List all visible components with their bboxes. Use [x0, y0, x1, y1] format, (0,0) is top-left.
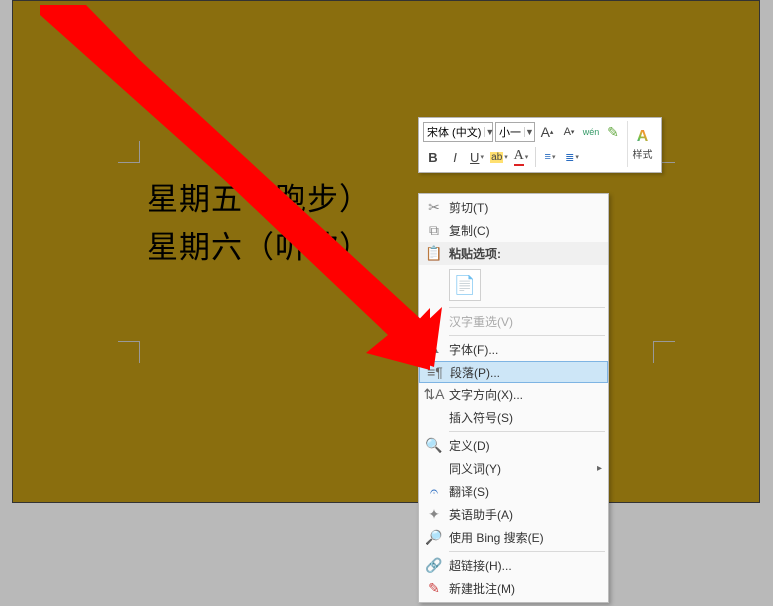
menu-copy[interactable]: ⧉ 复制(C)	[419, 219, 608, 242]
comment-icon: ✎	[419, 580, 449, 597]
menu-cjk-reselect: 汉字重选(V)	[419, 310, 608, 333]
translate-icon: 𝄐	[419, 483, 449, 500]
font-size-combo[interactable]: 小一 ▼	[495, 122, 535, 142]
chevron-down-icon[interactable]: ▼	[524, 127, 534, 137]
context-menu: ✂ 剪切(T) ⧉ 复制(C) 📋 粘贴选项: 📄 汉字重选(V) A 字体(F…	[418, 193, 609, 603]
assistant-icon: ✦	[419, 506, 449, 523]
menu-synonyms[interactable]: 同义词(Y)	[419, 457, 608, 480]
styles-button[interactable]: A 样式	[627, 121, 657, 167]
menu-english-assistant[interactable]: ✦ 英语助手(A)	[419, 503, 608, 526]
menu-separator	[449, 335, 605, 336]
font-size-value: 小一	[496, 124, 524, 140]
clipboard-a-icon: 📄	[454, 275, 476, 296]
menu-text-direction[interactable]: ⇅A 文字方向(X)...	[419, 383, 608, 406]
highlight-button[interactable]: ab	[489, 146, 509, 168]
underline-button[interactable]: U	[467, 146, 487, 168]
italic-button[interactable]: I	[445, 146, 465, 168]
menu-translate[interactable]: 𝄐 翻译(S)	[419, 480, 608, 503]
menu-font[interactable]: A 字体(F)...	[419, 338, 608, 361]
chevron-down-icon[interactable]: ▼	[484, 127, 494, 137]
menu-define[interactable]: 🔍 定义(D)	[419, 434, 608, 457]
menu-bing-search[interactable]: 🔎 使用 Bing 搜索(E)	[419, 526, 608, 549]
menu-separator	[449, 551, 605, 552]
menu-separator	[449, 307, 605, 308]
paste-option-keep-text[interactable]: 📄	[449, 269, 481, 301]
mini-toolbar: 宋体 (中文) ▼ 小一 ▼ A▴ A▾ wén ✎ B I U ab A ≡ …	[418, 117, 662, 173]
menu-paste-options-header: 📋 粘贴选项:	[419, 242, 608, 265]
bullets-button[interactable]: ≡	[540, 146, 560, 168]
decrease-font-button[interactable]: A▾	[559, 121, 579, 143]
bold-button[interactable]: B	[423, 146, 443, 168]
numbering-button[interactable]: ≣	[562, 146, 582, 168]
increase-font-button[interactable]: A▴	[537, 121, 557, 143]
menu-hyperlink[interactable]: 🔗 超链接(H)...	[419, 554, 608, 577]
menu-separator	[449, 431, 605, 432]
document-text[interactable]: 星期五（跑步） 星期六（听歌）	[147, 176, 371, 272]
text-line-1[interactable]: 星期五（跑步）	[147, 176, 371, 224]
styles-icon: A	[637, 128, 649, 146]
clipboard-icon: 📋	[419, 245, 449, 262]
menu-insert-symbol[interactable]: 插入符号(S)	[419, 406, 608, 429]
font-name-combo[interactable]: 宋体 (中文) ▼	[423, 122, 493, 142]
pinyin-guide-button[interactable]: wén	[581, 121, 601, 143]
menu-new-comment[interactable]: ✎ 新建批注(M)	[419, 577, 608, 600]
styles-label: 样式	[633, 146, 653, 161]
document-page: 星期五（跑步） 星期六（听歌）	[12, 0, 760, 503]
font-name-value: 宋体 (中文)	[424, 124, 484, 140]
paste-options-row: 📄	[419, 265, 608, 305]
text-line-2[interactable]: 星期六（听歌）	[147, 224, 371, 272]
text-direction-icon: ⇅A	[419, 386, 449, 403]
menu-cut[interactable]: ✂ 剪切(T)	[419, 196, 608, 219]
copy-icon: ⧉	[419, 222, 449, 239]
link-icon: 🔗	[419, 557, 449, 574]
margin-corner-bl	[118, 341, 140, 363]
scissors-icon: ✂	[419, 199, 449, 216]
font-color-button[interactable]: A	[511, 146, 531, 168]
font-a-icon: A	[419, 342, 449, 358]
margin-corner-br	[653, 341, 675, 363]
margin-corner-tl	[118, 141, 140, 163]
search-icon: 🔎	[419, 529, 449, 546]
dictionary-icon: 🔍	[419, 437, 449, 454]
paragraph-icon: ≡¶	[420, 364, 450, 380]
format-painter-button[interactable]: ✎	[603, 121, 623, 143]
menu-paragraph[interactable]: ≡¶ 段落(P)...	[419, 361, 608, 383]
toolbar-separator	[535, 147, 536, 167]
